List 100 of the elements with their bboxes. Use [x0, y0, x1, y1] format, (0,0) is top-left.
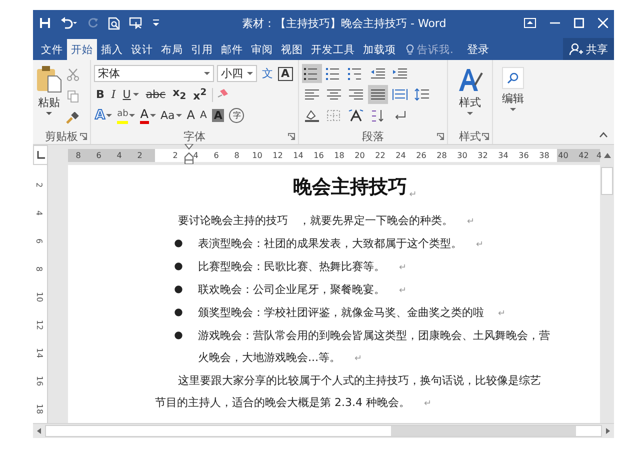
ruler-number: 28 [436, 150, 448, 160]
ruler-number: 24 [394, 150, 407, 160]
format-button[interactable]: x$^{2}$ [191, 86, 209, 104]
paste-button[interactable]: 粘贴 [36, 63, 62, 128]
ruler-number: 12 [34, 320, 46, 330]
styles-icon [457, 67, 483, 93]
format-painter-icon[interactable] [66, 110, 79, 126]
format-button[interactable]: B [94, 86, 106, 104]
list-item-text: 比赛型晚会：民歌比赛、热舞比赛等。 ↵ [198, 259, 408, 275]
horizontal-scrollbar[interactable] [33, 423, 614, 438]
font-effect-button[interactable]: Aa [160, 106, 183, 124]
ruler-number: 36 [518, 150, 530, 160]
ribbon-tab[interactable]: 审阅 [247, 39, 277, 60]
dialog-launcher-icon[interactable] [288, 133, 295, 140]
ribbon-tab[interactable]: 引用 [187, 39, 217, 60]
group-label: 样式 [459, 128, 481, 144]
tell-me-field[interactable]: 告诉我. [406, 39, 461, 60]
ribbon-tab[interactable]: 布局 [157, 39, 187, 60]
ruler-number: 16 [312, 150, 325, 160]
list-item-text: 游戏晚会：营队常会用的到晚会皆属这类型，团康晚会、土风舞晚会，营火晚会，大地游戏晚会...等。 ↵ [198, 328, 551, 366]
caret-icon [106, 114, 112, 118]
font-name-field[interactable]: 宋体 [94, 65, 214, 82]
scroll-up-icon[interactable] [604, 152, 610, 158]
paragraph-text: 要讨论晚会主持的技巧 ，就要先界定一下晚会的种类。 ↵ [177, 213, 476, 229]
bullet: ● [173, 260, 184, 274]
bullets-icon[interactable] [302, 64, 322, 83]
caret-icon [129, 114, 136, 118]
ruler-number: 18 [34, 404, 46, 414]
character-border-button[interactable]: A [278, 66, 293, 80]
clipboard-icon [36, 65, 62, 93]
font-effect-button[interactable]: A [210, 106, 226, 124]
ribbon-tab[interactable]: 设计 [127, 39, 157, 60]
ribbon-tab[interactable]: 加载项 [359, 39, 400, 60]
list-item-text: 表演型晚会：社团的成果发表，大致都属于这个类型。 ↵ [198, 236, 485, 252]
save-icon[interactable] [37, 15, 53, 31]
styles-button[interactable]: 样式 [451, 63, 489, 116]
ruler-number: 2 [172, 150, 179, 160]
left-tab-icon [36, 151, 44, 159]
font-effect-button[interactable]: A [139, 106, 157, 124]
maximize-icon[interactable] [574, 18, 584, 28]
caret-icon [176, 114, 182, 118]
ruler-number: 14 [292, 150, 304, 160]
collapse-ribbon-icon[interactable] [599, 132, 608, 138]
ruler-number: 6 [212, 150, 220, 160]
share-button[interactable]: 共享 [563, 38, 614, 60]
font-effect-button[interactable]: A [186, 106, 196, 124]
bullet: ● [173, 306, 184, 320]
scissors-icon[interactable] [66, 66, 79, 82]
dialog-launcher-icon[interactable] [437, 133, 444, 140]
phonetic-guide-button[interactable]: 文 [260, 64, 275, 82]
font-effect-button[interactable]: ab [116, 106, 136, 124]
ruler-number: 34 [497, 150, 510, 160]
ruler-number: 12 [272, 150, 284, 160]
document-search-icon[interactable] [106, 15, 122, 31]
editing-button[interactable]: 编辑 [496, 63, 530, 112]
sign-in-link[interactable]: 登录 [461, 39, 495, 60]
ruler-number: 20 [354, 150, 366, 160]
font-effect-button[interactable]: A [199, 106, 208, 124]
ruler-number: 16 [34, 376, 46, 386]
font-size-field[interactable]: 小四 [217, 65, 257, 82]
window-title: 素材：【主持技巧】晚会主持技巧 - Word [241, 16, 448, 30]
format-button[interactable]: U [120, 86, 141, 104]
ribbon-tab[interactable]: 视图 [277, 39, 307, 60]
format-button[interactable]: x$_{2}$ [170, 86, 188, 104]
ribbon-tab[interactable]: 插入 [97, 39, 127, 60]
ruler-number: 18 [333, 150, 346, 160]
group-label: 段落 [362, 128, 384, 144]
caret-icon [204, 72, 210, 76]
dialog-launcher-icon[interactable] [482, 133, 489, 140]
indent-marker-icon[interactable] [184, 144, 194, 164]
ruler-number: 6 [34, 238, 46, 244]
ribbon-tab[interactable]: 开发工具 [307, 39, 359, 60]
ruler-number: 8 [34, 266, 46, 272]
ribbon-tab[interactable]: 文件 [37, 39, 67, 60]
person-add-icon [569, 42, 583, 56]
ruler-number: 22 [374, 150, 386, 160]
ruler-number: 14 [34, 348, 46, 358]
bullet: ● [173, 283, 184, 297]
ruler-number: 26 [415, 150, 428, 160]
ruler-number: 32 [476, 150, 489, 160]
ruler-number: 10 [251, 150, 264, 160]
ruler-number: 6 [95, 150, 102, 160]
ruler-number: 2 [136, 150, 144, 160]
list-item-text: 颁奖型晚会：学校社团评鉴，就像金马奖、金曲奖之类的啦 ↵ [198, 305, 507, 321]
tab-selector[interactable] [33, 145, 48, 165]
ribbon-tab[interactable]: 邮件 [217, 39, 247, 60]
ribbon-display-icon[interactable] [524, 18, 536, 28]
ribbon-tab[interactable]: 开始 [67, 39, 97, 60]
font-effect-button[interactable]: 字 [228, 106, 246, 124]
dialog-launcher-icon[interactable] [80, 133, 87, 140]
ruler-number: 4 [595, 150, 603, 160]
close-icon[interactable] [598, 18, 608, 28]
paragraph-text: 这里要跟大家分享的比较属于个人式的主持技巧，换句话说，比较像是综艺节目的主持人，适合的晚会大概是第 2.3.4 种晚会。 ↵ [155, 373, 542, 411]
scrollbar-thumb[interactable] [391, 426, 576, 436]
caret-icon [467, 112, 473, 116]
format-button[interactable]: abc [144, 86, 168, 104]
justify-icon[interactable] [368, 85, 388, 104]
format-button[interactable]: I [109, 86, 118, 104]
lightbulb-icon [406, 44, 414, 56]
ruler-number: 40 [557, 150, 570, 160]
